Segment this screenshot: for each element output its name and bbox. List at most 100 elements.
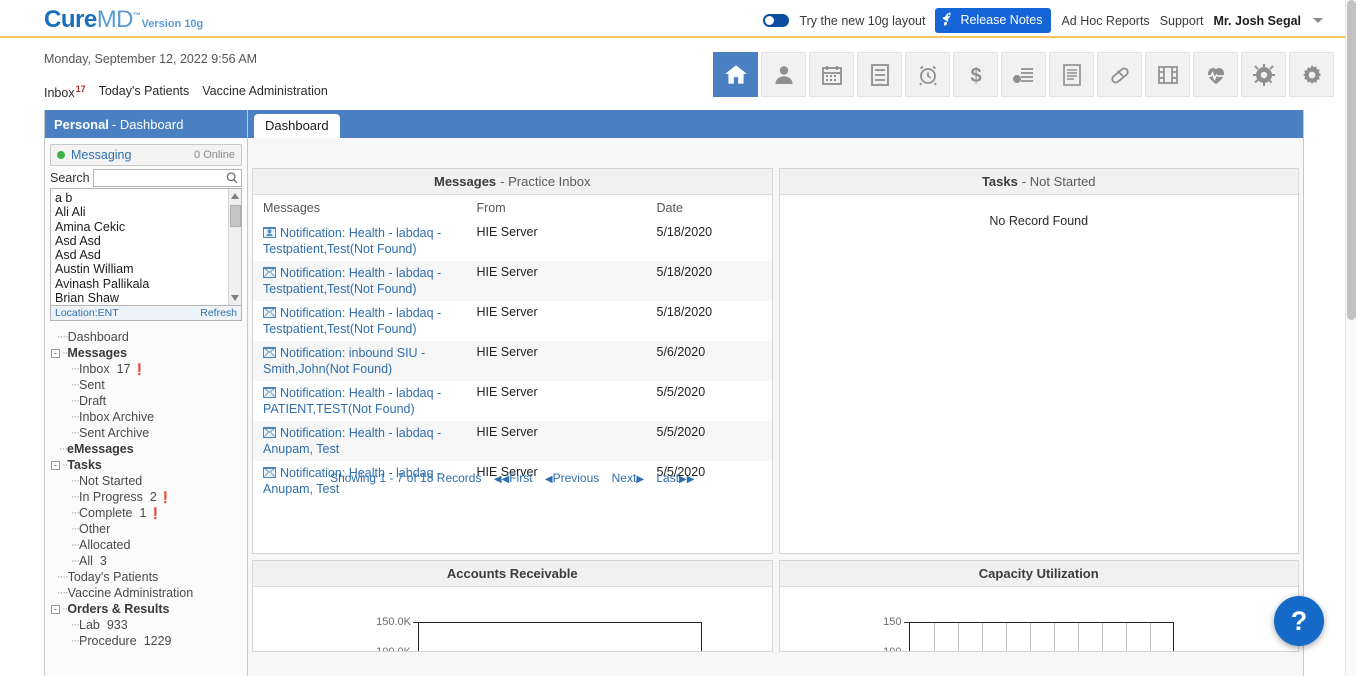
user-menu[interactable]: Mr. Josh Segal bbox=[1213, 14, 1301, 28]
sidebar-item-sent-archive[interactable]: ··· Sent Archive bbox=[51, 425, 247, 441]
pager-last[interactable]: Last▶▶ bbox=[656, 471, 694, 485]
sidebar-item-inbox-archive[interactable]: ··· Inbox Archive bbox=[51, 409, 247, 425]
column-header-date[interactable]: Date bbox=[646, 195, 772, 221]
notes-icon[interactable] bbox=[1049, 52, 1094, 97]
tree-dots: ··· bbox=[71, 555, 80, 567]
scroll-up-arrow-icon[interactable] bbox=[231, 193, 239, 199]
patient-icon[interactable] bbox=[761, 52, 806, 97]
message-subject[interactable]: Notification: Health - labdaq - PATIENT,… bbox=[263, 386, 441, 416]
home-icon[interactable] bbox=[713, 52, 758, 97]
sidebar-item-other[interactable]: ··· Other bbox=[51, 521, 247, 537]
scroll-down-arrow-icon[interactable] bbox=[231, 295, 239, 301]
previous-icon: ◀ bbox=[544, 474, 553, 485]
chevron-down-icon[interactable] bbox=[1313, 18, 1323, 23]
alarm-clock-icon[interactable] bbox=[905, 52, 950, 97]
envelope-icon bbox=[263, 347, 276, 358]
list-item[interactable]: Asd Asd bbox=[55, 234, 241, 248]
pager-next[interactable]: Next▶ bbox=[612, 471, 644, 485]
pill-icon[interactable] bbox=[1097, 52, 1142, 97]
sidebar-item-not-started[interactable]: ··· Not Started bbox=[51, 473, 247, 489]
column-header-from[interactable]: From bbox=[466, 195, 647, 221]
messages-widget: Messages - Practice Inbox Messages From … bbox=[252, 168, 773, 554]
sidebar-item-procedure[interactable]: ··· Procedure 1229 bbox=[51, 633, 247, 649]
list-item[interactable]: Austin William bbox=[55, 262, 241, 276]
sidebar-item-complete[interactable]: ··· Complete 1 ❗ bbox=[51, 505, 247, 521]
pager-first[interactable]: ◀◀First bbox=[494, 471, 533, 485]
cu-gridline-v bbox=[1149, 623, 1151, 651]
sidebar-item-tasks[interactable]: - ·· Tasks bbox=[51, 457, 247, 473]
message-subject[interactable]: Notification: Health - labdaq - Testpati… bbox=[263, 266, 441, 296]
table-row[interactable]: Notification: Health - labdaq - Testpati… bbox=[253, 221, 772, 261]
film-icon[interactable] bbox=[1145, 52, 1190, 97]
message-subject[interactable]: Notification: Health - labdaq - Anupam, … bbox=[263, 426, 441, 456]
collapse-toggle-icon[interactable]: - bbox=[51, 348, 60, 358]
sidebar-item-draft[interactable]: ··· Draft bbox=[51, 393, 247, 409]
try-new-layout-label[interactable]: Try the new 10g layout bbox=[799, 14, 925, 28]
message-subject[interactable]: Notification: Health - labdaq - Testpati… bbox=[263, 306, 441, 336]
table-row[interactable]: Notification: inbound SIU - Smith,John(N… bbox=[253, 341, 772, 381]
messaging-panel-header[interactable]: Messaging 0 Online bbox=[50, 144, 242, 166]
table-row[interactable]: Notification: Health - labdaq - Anupam, … bbox=[253, 421, 772, 461]
sidebar-item-in-progress[interactable]: ··· In Progress 2 ❗ bbox=[51, 489, 247, 505]
support-link[interactable]: Support bbox=[1160, 14, 1204, 28]
tab-dashboard[interactable]: Dashboard bbox=[254, 114, 340, 138]
help-button[interactable]: ? bbox=[1274, 596, 1324, 646]
panel-spacer bbox=[248, 138, 1303, 168]
sidebar-item-vaccine-administration[interactable]: ···· Vaccine Administration bbox=[51, 585, 247, 601]
sidebar-item-all[interactable]: ··· All 3 bbox=[51, 553, 247, 569]
search-input[interactable] bbox=[93, 170, 241, 186]
curemd-logo[interactable]: CureMD™Version 10g bbox=[44, 6, 203, 34]
list-item[interactable]: a b bbox=[55, 191, 241, 205]
quicklink-todays-patients[interactable]: Today's Patients bbox=[99, 84, 190, 98]
records-icon[interactable] bbox=[857, 52, 902, 97]
sidebar-item-todays-patients[interactable]: ···· Today's Patients bbox=[51, 569, 247, 585]
pager-previous[interactable]: ◀Previous bbox=[545, 471, 599, 485]
release-notes-button[interactable]: Release Notes bbox=[935, 8, 1052, 33]
list-item[interactable]: Brian Shaw bbox=[55, 291, 241, 305]
browser-scrollbar[interactable] bbox=[1345, 0, 1356, 676]
browser-scrollbar-thumb[interactable] bbox=[1347, 0, 1356, 320]
message-subject[interactable]: Notification: Health - labdaq - Testpati… bbox=[263, 226, 441, 256]
column-header-messages[interactable]: Messages bbox=[253, 195, 467, 221]
sidebar-item-inbox[interactable]: ··· Inbox 17 ❗ bbox=[51, 361, 247, 377]
quicklink-vaccine-administration[interactable]: Vaccine Administration bbox=[202, 84, 328, 98]
admin-gear-icon[interactable] bbox=[1289, 52, 1334, 97]
search-row: Search bbox=[50, 169, 242, 187]
table-row[interactable]: Notification: Health - labdaq - Testpati… bbox=[253, 301, 772, 341]
message-date: 5/5/2020 bbox=[646, 421, 772, 461]
calendar-icon[interactable] bbox=[809, 52, 854, 97]
layout-toggle-switch[interactable] bbox=[763, 14, 790, 27]
people-list[interactable]: a b Ali Ali Amina Cekic Asd Asd Asd Asd … bbox=[50, 188, 242, 306]
list-item[interactable]: Ali Ali bbox=[55, 205, 241, 219]
collapse-toggle-icon[interactable]: - bbox=[51, 460, 60, 470]
message-subject[interactable]: Notification: inbound SIU - Smith,John(N… bbox=[263, 346, 425, 376]
sidebar-item-lab[interactable]: ··· Lab 933 bbox=[51, 617, 247, 633]
sidebar-item-messages[interactable]: - ·· Messages bbox=[51, 345, 247, 361]
sidebar-item-label: Draft bbox=[79, 394, 107, 408]
sidebar-item-orders-results[interactable]: - ·· Orders & Results bbox=[51, 601, 247, 617]
collapse-toggle-icon[interactable]: - bbox=[51, 604, 60, 614]
table-row[interactable]: Notification: Health - labdaq - PATIENT,… bbox=[253, 381, 772, 421]
list-item[interactable]: Avinash Pallikala bbox=[55, 277, 241, 291]
billing-icon[interactable] bbox=[1001, 52, 1046, 97]
ar-plot-area bbox=[418, 622, 702, 651]
list-item[interactable]: Bryce Jones bbox=[55, 305, 241, 306]
refresh-link[interactable]: Refresh bbox=[200, 307, 237, 319]
inbox-badge: 17 bbox=[75, 84, 86, 94]
settings-gear-icon[interactable] bbox=[1241, 52, 1286, 97]
search-icon[interactable] bbox=[225, 171, 239, 185]
sidebar-item-emessages[interactable]: ··· eMessages bbox=[51, 441, 247, 457]
list-item[interactable]: Asd Asd bbox=[55, 248, 241, 262]
table-row[interactable]: Notification: Health - labdaq - Testpati… bbox=[253, 261, 772, 301]
sidebar-item-allocated[interactable]: ··· Allocated bbox=[51, 537, 247, 553]
ad-hoc-reports-link[interactable]: Ad Hoc Reports bbox=[1061, 14, 1149, 28]
sidebar-item-dashboard[interactable]: ···· Dashboard bbox=[51, 329, 247, 345]
people-list-scrollbar[interactable] bbox=[228, 189, 241, 305]
sidebar-item-sent[interactable]: ··· Sent bbox=[51, 377, 247, 393]
list-item[interactable]: Amina Cekic bbox=[55, 220, 241, 234]
sidebar-item-label: eMessages bbox=[67, 442, 134, 456]
quicklink-inbox[interactable]: Inbox17 bbox=[44, 84, 86, 100]
heart-vitals-icon[interactable] bbox=[1193, 52, 1238, 97]
scrollbar-thumb[interactable] bbox=[230, 205, 241, 227]
dollar-icon[interactable]: $ bbox=[953, 52, 998, 97]
